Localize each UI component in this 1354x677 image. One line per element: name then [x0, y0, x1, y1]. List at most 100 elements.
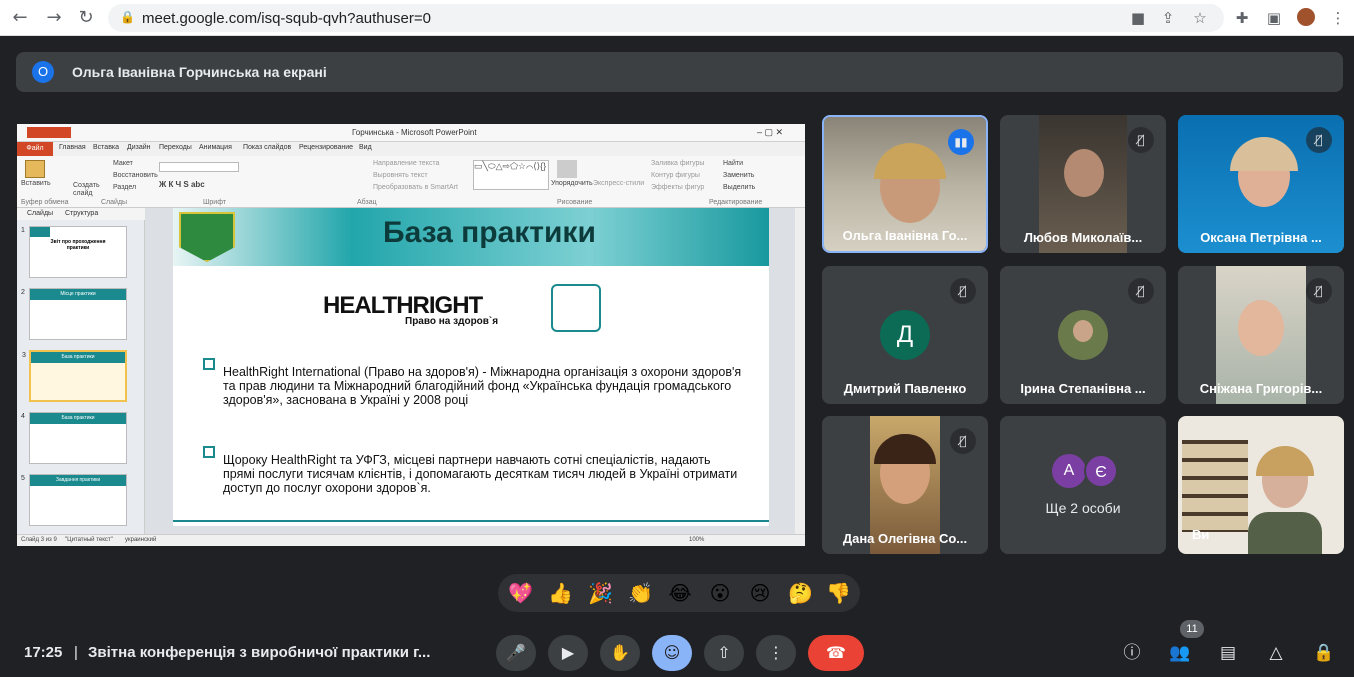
slide-thumbnail: 5 Завдання практики	[21, 474, 127, 526]
ribbon-tab: Показ слайдов	[243, 144, 292, 151]
participant-tile[interactable]: 🎙̸ Оксана Петрівна ...	[1178, 115, 1344, 253]
present-button[interactable]: ⇧	[704, 635, 744, 671]
back-icon[interactable]: ←	[10, 8, 30, 28]
camera-button[interactable]: ▶	[548, 635, 588, 671]
slide-paragraph: HealthRight International (Право на здор…	[223, 365, 742, 407]
ribbon-tab: Рецензирование	[299, 144, 354, 151]
thumb-number: 4	[21, 413, 25, 420]
party-popper-icon[interactable]: 🎉	[588, 581, 613, 605]
find-label: Найти	[723, 160, 743, 167]
participant-name: Ще 2 особи	[1045, 500, 1121, 516]
thumb-title: База практики	[31, 352, 125, 363]
joy-face-icon[interactable]: 😂	[668, 581, 692, 605]
extensions-icon[interactable]: ✚	[1232, 8, 1252, 28]
clapping-hands-icon[interactable]: 👏	[628, 581, 653, 605]
presenter-avatar: О	[32, 61, 54, 83]
camera-icon[interactable]: ■	[1128, 8, 1148, 28]
section-label: Раздел	[113, 184, 137, 191]
more-participants-tile[interactable]: А Є Ще 2 особи	[1000, 416, 1166, 554]
thumb-number: 3	[22, 352, 26, 359]
people-icon[interactable]: 👥	[1167, 640, 1193, 666]
thumbs-down-icon[interactable]: 👎	[826, 581, 851, 605]
participant-tile[interactable]: 🎙̸ Ірина Степанівна ...	[1000, 266, 1166, 404]
raise-hand-button[interactable]: ✋	[600, 635, 640, 671]
mic-off-icon: 🎙̸	[1306, 278, 1332, 304]
slide-thumbnail: 4 База практики	[21, 412, 127, 464]
participant-avatar: Є	[1084, 454, 1118, 488]
participant-tile[interactable]: Д 🎙̸ Дмитрий Павленко	[822, 266, 988, 404]
layout-label: Макет	[113, 160, 133, 167]
slide-footer-line	[173, 520, 769, 522]
sparkling-heart-icon[interactable]: 💖	[508, 581, 533, 605]
participant-body	[1248, 512, 1322, 554]
sidebar-icon[interactable]: ▣	[1264, 8, 1284, 28]
group-drawing: Рисование	[557, 199, 593, 206]
forward-icon[interactable]: →	[44, 8, 64, 28]
participant-name: Дмитрий Павленко	[843, 381, 967, 396]
speaking-icon: ▮▮	[948, 129, 974, 155]
profile-avatar[interactable]	[1295, 6, 1317, 28]
slide-title: База практики	[383, 216, 596, 249]
bookshelf	[1182, 440, 1248, 532]
bullet-icon	[203, 446, 215, 458]
slide-thumbnail: 1 Звіт про проходження практики	[21, 226, 127, 278]
share-icon[interactable]: ⇪	[1158, 8, 1178, 28]
participant-tile[interactable]: 🎙̸ Любов Миколаїв...	[1000, 115, 1166, 253]
mic-icon: 🎤	[506, 643, 526, 662]
ufgz-logo-icon	[551, 284, 601, 332]
participant-tile[interactable]: 🎙̸ Дана Олегівна Со...	[822, 416, 988, 554]
slide-scrollbar	[795, 208, 805, 534]
paste-icon	[25, 160, 45, 178]
menu-icon[interactable]: ⋮	[1328, 8, 1348, 28]
host-controls-icon[interactable]: 🔒	[1311, 640, 1337, 666]
more-vert-icon: ⋮	[768, 643, 784, 662]
align-text-label: Выровнять текст	[373, 172, 428, 179]
group-slides: Слайды	[101, 199, 128, 206]
camera-icon: ▶	[561, 643, 575, 662]
ppt-statusbar: Слайд 3 из 9 "Цитатный текст" украинский…	[17, 534, 805, 546]
browser-toolbar: ← → ↻ 🔒 meet.google.com/isq-squb-qvh?aut…	[0, 0, 1354, 36]
info-icon[interactable]: ⓘ	[1119, 640, 1145, 666]
shared-screen: Горчинська - Microsoft PowerPoint – ▢ ✕ …	[17, 124, 805, 546]
surprised-face-icon[interactable]: 😮	[708, 581, 732, 605]
activities-icon[interactable]: △	[1263, 640, 1289, 666]
pane-tab-outline: Структура	[65, 210, 99, 217]
arrange-label: Упорядочить	[551, 180, 593, 187]
replace-label: Заменить	[723, 172, 755, 179]
star-icon[interactable]: ☆	[1190, 8, 1210, 28]
participant-face	[1073, 320, 1093, 342]
emoji-button[interactable]: ☺	[652, 635, 692, 671]
thinking-face-icon[interactable]: 🤔	[788, 581, 813, 605]
text-direction-label: Направление текста	[373, 160, 440, 167]
smiley-icon: ☺	[663, 643, 681, 662]
mic-off-icon: 🎙̸	[950, 278, 976, 304]
ribbon: Вставить Создать слайд Макет Восстановит…	[17, 156, 805, 208]
more-options-button[interactable]: ⋮	[756, 635, 796, 671]
chat-icon[interactable]: ▤	[1215, 640, 1241, 666]
slide-thumbnail: 2 Місце практики	[21, 288, 127, 340]
group-font: Шрифт	[203, 199, 227, 206]
slide-editor: База практики HEALTHRIGHT Право на здоро…	[145, 208, 805, 534]
pane-tab-slides: Слайды	[27, 210, 54, 217]
reload-icon[interactable]: ↻	[76, 8, 96, 28]
paste-label: Вставить	[21, 180, 51, 187]
thumb-number: 2	[21, 289, 25, 296]
group-editing: Редактирование	[709, 199, 763, 206]
mic-button[interactable]: 🎤	[496, 635, 536, 671]
address-bar[interactable]: 🔒 meet.google.com/isq-squb-qvh?authuser=…	[108, 4, 1224, 32]
lock-icon[interactable]: 🔒	[120, 10, 135, 24]
thumb-title: Завдання практики	[30, 475, 126, 486]
participant-avatar	[1058, 310, 1108, 360]
crying-face-icon[interactable]: 😢	[748, 581, 772, 605]
leave-call-button[interactable]: ☎	[808, 635, 864, 671]
participant-tile[interactable]: 🎙̸ Сніжана Григорів...	[1178, 266, 1344, 404]
thumbs-up-icon[interactable]: 👍	[548, 581, 573, 605]
status-zoom: 100%	[689, 537, 705, 543]
bullet-icon	[203, 358, 215, 370]
participant-face	[1238, 300, 1284, 356]
participant-tile[interactable]: ▮▮ Ольга Іванівна Го...	[822, 115, 988, 253]
status-theme: "Цитатный текст"	[65, 537, 113, 543]
quick-styles-label: Экспресс-стили	[593, 180, 645, 187]
self-tile[interactable]: Ви	[1178, 416, 1344, 554]
participant-avatar: Д	[880, 310, 930, 360]
